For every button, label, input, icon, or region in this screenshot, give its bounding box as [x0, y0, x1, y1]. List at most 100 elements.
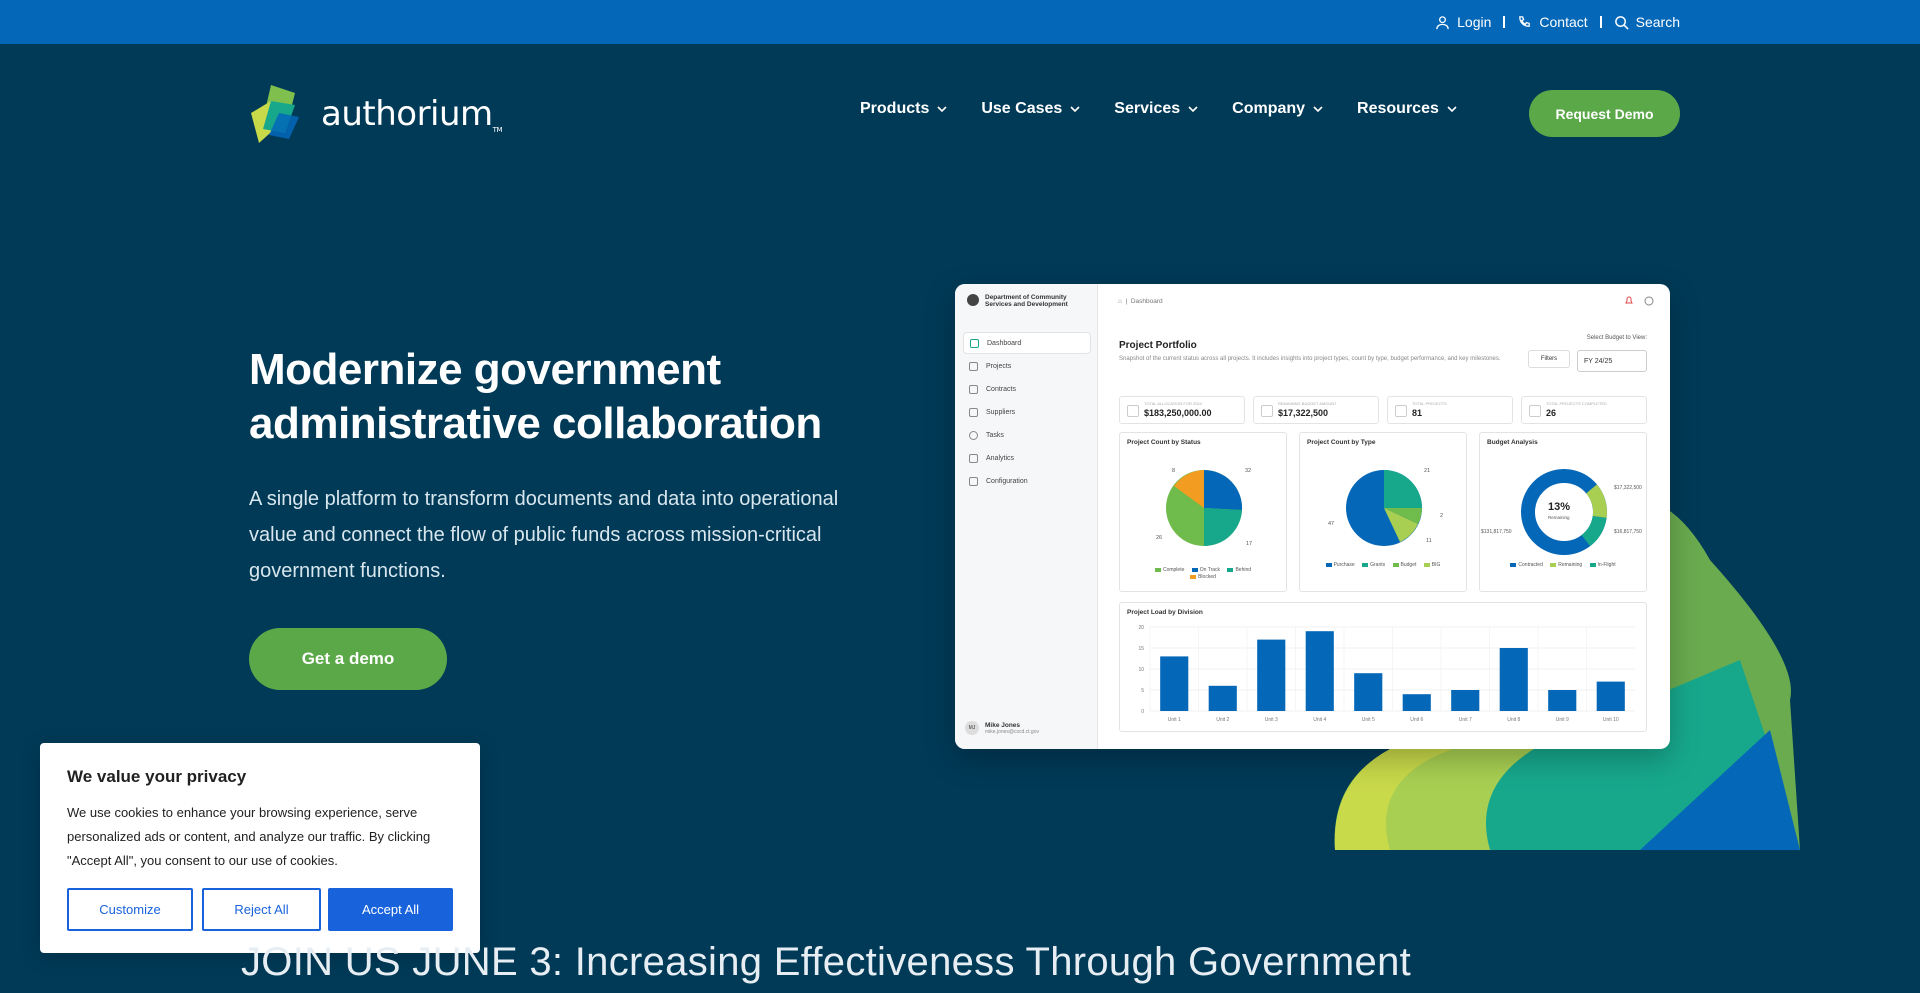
org-name: Department of Community Services and Dev… — [985, 294, 1068, 308]
y-tick-label: 15 — [1138, 646, 1144, 652]
x-tick-label: Unit 2 — [1216, 717, 1229, 723]
nav-products[interactable]: Products — [860, 100, 947, 118]
request-demo-button[interactable]: Request Demo — [1529, 90, 1680, 137]
menu-item-analytics: Analytics — [963, 447, 1091, 469]
dashboard-main: ⌂ | Dashboard Project Portfolio Snapshot… — [1098, 284, 1670, 749]
stat-label: REMAINING BUDGET AMOUNT — [1278, 401, 1337, 406]
org-seal-icon — [967, 294, 979, 306]
division-bar-card: Project Load by Division 0 5 10 15 20 Unit 1 U… — [1119, 602, 1647, 732]
search-icon — [1614, 15, 1629, 30]
breadcrumb: ⌂ | Dashboard — [1118, 298, 1163, 305]
x-tick-label: Unit 10 — [1603, 717, 1619, 723]
pie-label: 2 — [1440, 513, 1444, 519]
dashboard-sidebar: Department of Community Services and Dev… — [955, 284, 1098, 749]
login-label: Login — [1457, 14, 1492, 30]
x-tick-label: Unit 4 — [1313, 717, 1326, 723]
reject-all-button[interactable]: Reject All — [202, 888, 321, 931]
nav-label: Use Cases — [981, 100, 1063, 117]
stat-value: 81 — [1412, 408, 1423, 418]
type-chart-card: Project Count by Type 21 2 47 11 Purchas… — [1299, 432, 1467, 592]
accept-all-button[interactable]: Accept All — [328, 888, 453, 931]
login-link[interactable]: Login — [1435, 14, 1491, 30]
nav-resources[interactable]: Resources — [1357, 100, 1457, 118]
x-tick-label: Unit 1 — [1168, 717, 1181, 723]
chart-icon — [969, 453, 978, 463]
bar — [1208, 685, 1237, 711]
legend: Contracted Remaining In-Flight — [1480, 562, 1646, 569]
user-email: mike.jones@cscd.ct.gov — [985, 728, 1039, 735]
pie-label: 32 — [1245, 468, 1252, 474]
donut-center-label: Remaining — [1548, 515, 1570, 520]
cookie-consent: We value your privacy We use cookies to … — [40, 743, 480, 953]
legend-item: In-Flight — [1589, 562, 1616, 568]
menu-label: Analytics — [986, 454, 1015, 462]
portfolio-desc: Snapshot of the current status across al… — [1119, 356, 1501, 362]
portfolio-title: Project Portfolio — [1119, 340, 1197, 351]
menu-item-tasks: Tasks — [963, 424, 1091, 446]
pie-label: 26 — [1156, 535, 1163, 541]
stat-card: REMAINING BUDGET AMOUNT $17,322,500 — [1253, 396, 1379, 424]
legend-item: Grants — [1362, 562, 1385, 568]
x-tick-label: Unit 7 — [1459, 717, 1472, 723]
contact-link[interactable]: Contact — [1517, 14, 1588, 30]
chevron-down-icon — [937, 105, 947, 112]
contact-label: Contact — [1539, 14, 1588, 30]
budget-chart-card: Budget Analysis 13% Remaining $17,322,50… — [1479, 432, 1647, 592]
x-tick-label: Unit 8 — [1507, 717, 1520, 723]
event-banner[interactable]: JOIN US JUNE 3: Increasing Effectiveness… — [241, 940, 1411, 985]
avatar: MJ — [965, 721, 979, 735]
y-tick-label: 5 — [1141, 688, 1144, 694]
authorium-logo-icon — [251, 85, 299, 143]
help-icon — [1644, 296, 1654, 306]
nav-label: Services — [1114, 100, 1181, 117]
bar — [1548, 690, 1577, 711]
customize-button[interactable]: Customize — [67, 888, 193, 931]
x-tick-label: Unit 9 — [1556, 717, 1569, 723]
building-icon — [969, 407, 978, 417]
utility-bar: Login Contact Search — [0, 0, 1920, 44]
status-pie — [1166, 469, 1243, 547]
stat-card: TOTAL PROJECTS 81 — [1387, 396, 1513, 424]
status-chart-card: Project Count by Status 8 32 26 17 Compl… — [1119, 432, 1287, 592]
phone-icon — [1519, 15, 1531, 27]
nav-services[interactable]: Services — [1114, 100, 1198, 118]
nav-label: Company — [1232, 100, 1306, 117]
nav-label: Products — [860, 100, 930, 117]
nav-company[interactable]: Company — [1232, 100, 1323, 118]
menu-label: Configuration — [986, 477, 1028, 485]
grid-icon — [970, 338, 979, 348]
bar — [1451, 690, 1480, 711]
legend-item: Purchase — [1325, 562, 1355, 568]
menu-label: Projects — [986, 362, 1012, 370]
dashboard-screenshot: Department of Community Services and Dev… — [955, 284, 1670, 749]
donut-label: $16,817,750 — [1614, 529, 1642, 535]
card-title: Project Count by Type — [1307, 439, 1376, 446]
legend-item: Behind — [1227, 567, 1251, 573]
legend-item: BIG — [1423, 562, 1440, 568]
stat-card: TOTAL PROJECTS COMPLETED 26 — [1521, 396, 1647, 424]
cookie-body: We use cookies to enhance your browsing … — [67, 805, 431, 868]
card-title: Project Count by Status — [1127, 439, 1201, 446]
check-circle-icon — [969, 430, 978, 440]
divider — [1503, 16, 1506, 28]
x-tick-label: Unit 6 — [1410, 717, 1423, 723]
search-link[interactable]: Search — [1614, 14, 1680, 30]
divider — [1599, 16, 1602, 28]
nav-use-cases[interactable]: Use Cases — [981, 100, 1080, 118]
cookie-title: We value your privacy — [67, 767, 247, 786]
brand-logo[interactable]: authoriumTM — [249, 83, 503, 145]
y-tick-label: 20 — [1138, 625, 1144, 631]
legend-item: Remaining — [1550, 562, 1582, 568]
document-icon — [969, 384, 978, 394]
chevron-down-icon — [1070, 105, 1080, 112]
chevron-down-icon — [1313, 105, 1323, 112]
y-tick-label: 0 — [1141, 709, 1144, 715]
bell-icon — [1625, 296, 1633, 304]
pie-label: 11 — [1426, 538, 1432, 544]
org-header: Department of Community Services and Dev… — [967, 294, 1092, 308]
chart-title: Project Load by Division — [1127, 609, 1203, 616]
get-demo-button[interactable]: Get a demo — [249, 628, 447, 690]
menu-item-configuration: Configuration — [963, 470, 1091, 492]
hero-title: Modernize government administrative coll… — [249, 345, 822, 448]
bar — [1354, 673, 1383, 711]
